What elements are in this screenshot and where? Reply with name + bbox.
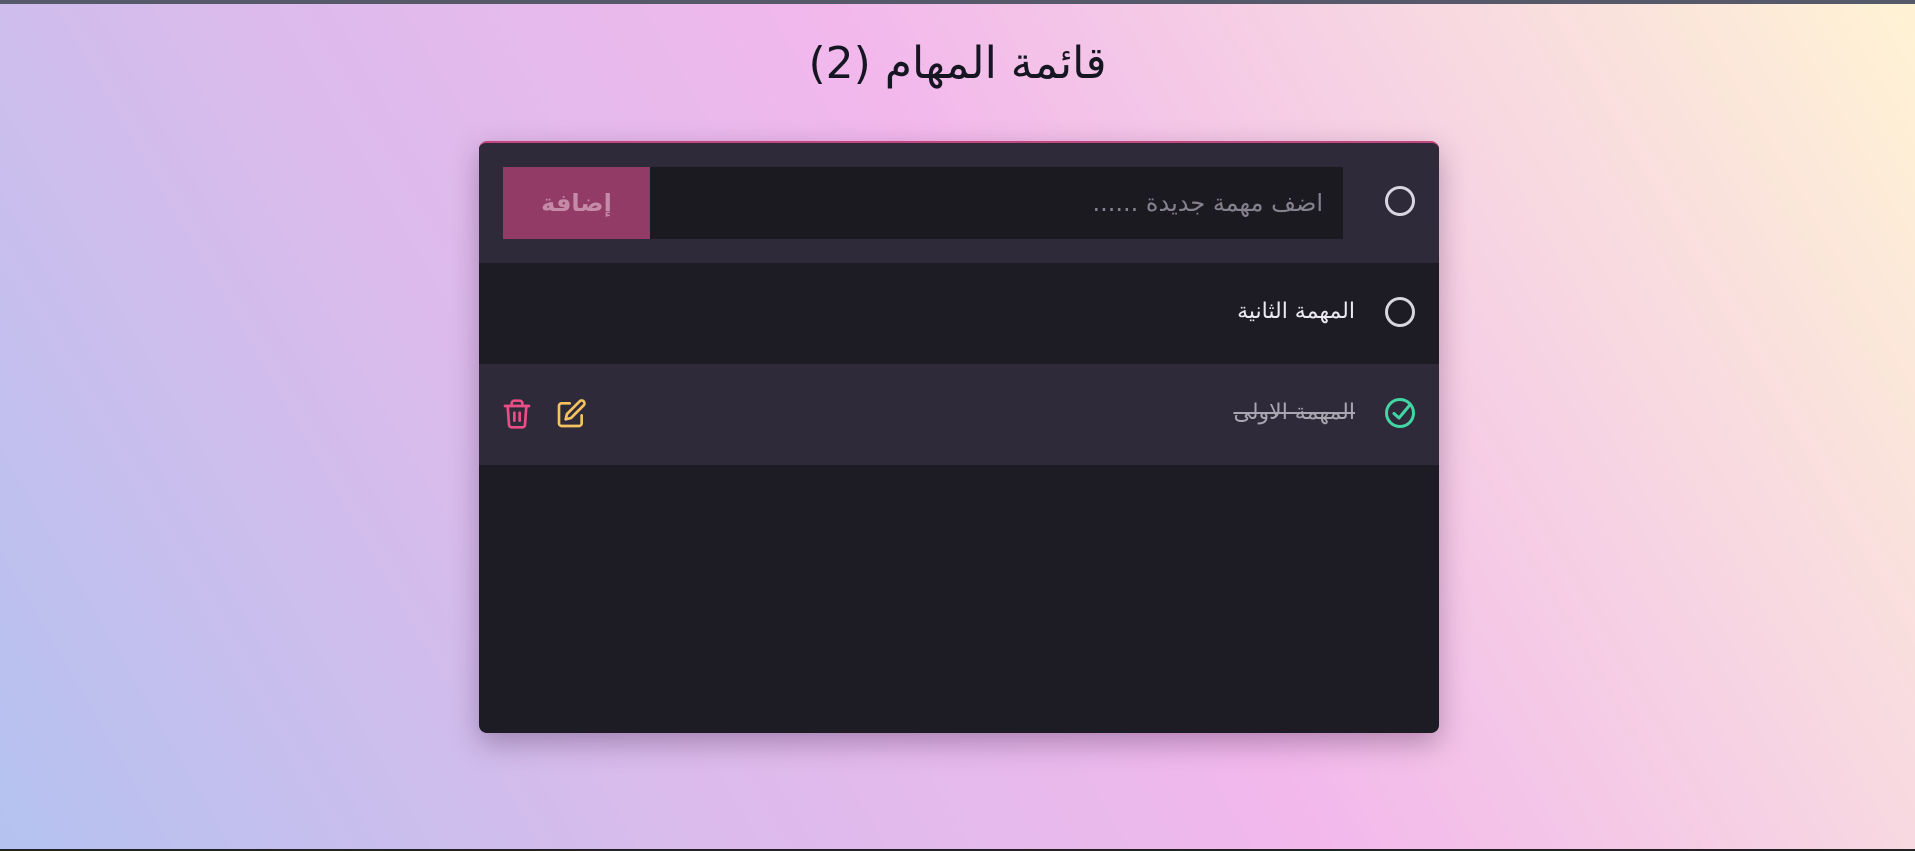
circle-icon[interactable] <box>1385 186 1415 216</box>
new-task-input[interactable] <box>643 167 1343 239</box>
browser-top-edge <box>0 0 1915 4</box>
task-label[interactable]: المهمة الثانية <box>1237 299 1355 324</box>
check-circle-icon[interactable] <box>1385 398 1415 428</box>
task-item: المهمة الاولى <box>479 364 1439 465</box>
circle-icon[interactable] <box>1385 297 1415 327</box>
task-item: المهمة الثانية <box>479 263 1439 364</box>
page-title: قائمة المهام (2) <box>808 38 1107 89</box>
trash-icon[interactable] <box>501 398 533 430</box>
add-task-row: إضافة <box>479 143 1439 263</box>
todo-card: إضافة المهمة الثانية المهمة الاولى <box>479 141 1439 733</box>
edit-icon[interactable] <box>555 398 587 430</box>
add-button[interactable]: إضافة <box>503 167 650 239</box>
task-label[interactable]: المهمة الاولى <box>1233 400 1355 425</box>
